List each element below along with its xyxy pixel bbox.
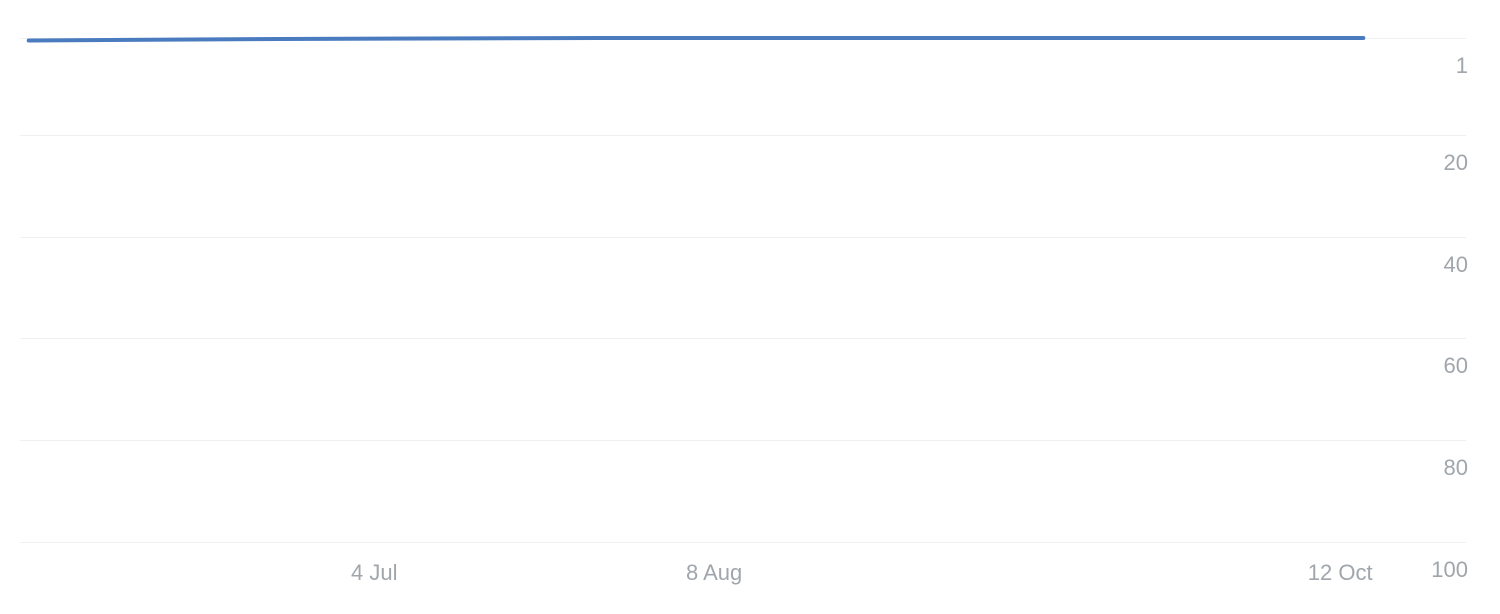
x-tick-label: 12 Oct <box>1308 560 1373 586</box>
y-tick-label: 40 <box>1444 252 1468 278</box>
chart-svg <box>20 0 1466 614</box>
y-tick-label: 20 <box>1444 150 1468 176</box>
y-tick-label: 80 <box>1444 455 1468 481</box>
x-tick-label: 8 Aug <box>686 560 742 586</box>
y-tick-label: 100 <box>1431 557 1468 583</box>
y-tick-label: 1 <box>1456 53 1468 79</box>
y-tick-label: 60 <box>1444 353 1468 379</box>
x-tick-label: 4 Jul <box>351 560 397 586</box>
rank-line-chart: 1 20 40 60 80 100 4 Jul 8 Aug 12 Oct <box>0 0 1500 614</box>
series-line-rank <box>29 38 1364 41</box>
